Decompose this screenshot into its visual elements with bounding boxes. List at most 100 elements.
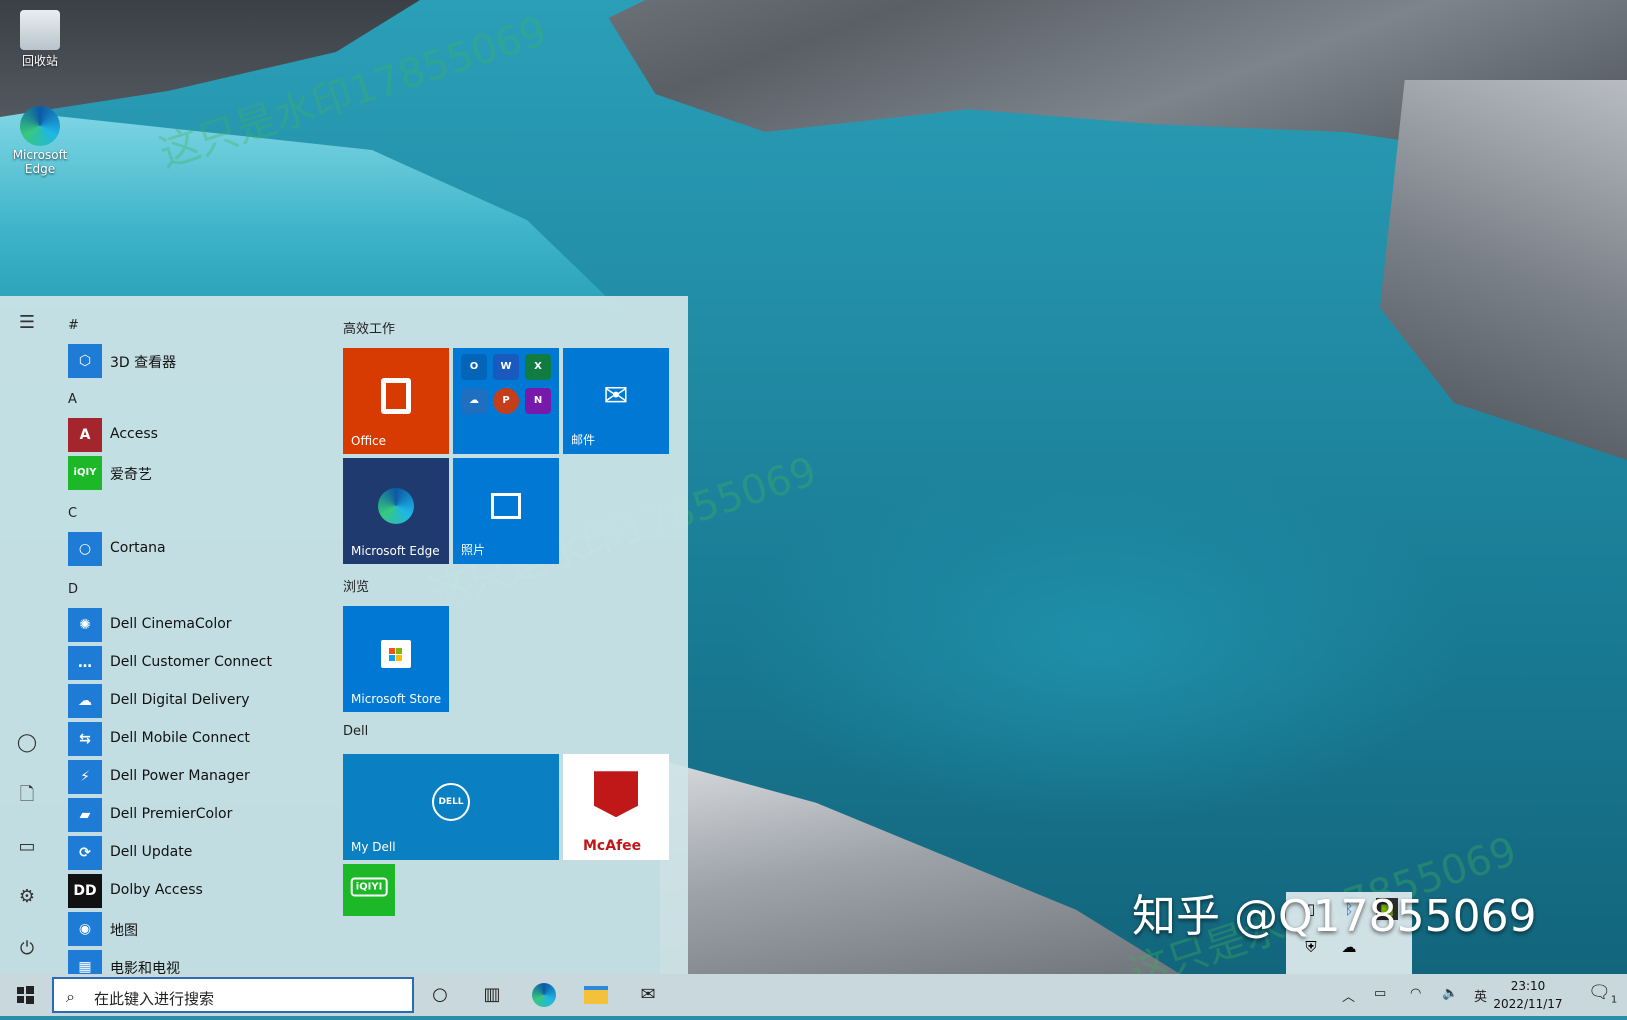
group-header[interactable]: A (68, 392, 77, 407)
tile-label: McAfee (583, 838, 642, 854)
brand-watermark: 知乎 @Q17855069 (1132, 891, 1537, 942)
taskbar-mail[interactable]: ✉ (632, 980, 664, 1010)
app-item-dell-power-manager[interactable]: ⚡ Dell Power Manager (68, 760, 328, 794)
onenote-icon: N (525, 388, 551, 414)
tile-iqiyi[interactable]: iQIYI (343, 864, 395, 916)
power-icon[interactable]: ⏻ (14, 936, 40, 962)
app-item-access[interactable]: A Access (68, 418, 328, 452)
wallpaper-rock (1380, 80, 1627, 460)
tile-group-title[interactable]: 高效工作 (343, 318, 395, 337)
tile-label: 邮件 (571, 433, 596, 447)
powerpoint-icon: P (493, 388, 519, 414)
excel-icon: X (525, 354, 551, 380)
chevron-up-icon[interactable]: ︿ (1342, 986, 1355, 1005)
outlook-icon: O (461, 354, 487, 380)
group-header[interactable]: C (68, 506, 77, 521)
app-label: Dell Power Manager (110, 768, 250, 784)
dolby-icon: DD (68, 874, 102, 908)
settings-icon[interactable]: ⚙ (14, 884, 40, 910)
tile-my-dell[interactable]: DELL My Dell (343, 754, 559, 860)
user-icon[interactable]: ◯ (14, 730, 40, 756)
app-item-iqiyi[interactable]: iQIY 爱奇艺 (68, 456, 328, 490)
edge-icon (378, 487, 414, 524)
search-box[interactable]: ⌕ 在此键入进行搜索 (52, 977, 414, 1013)
app-label: Dell CinemaColor (110, 616, 232, 632)
taskbar-file-explorer[interactable] (580, 980, 612, 1010)
desktop-icon-recycle-bin[interactable]: 回收站 (0, 10, 80, 69)
app-item-movies-tv[interactable]: ▦ 电影和电视 (68, 950, 328, 974)
pictures-icon[interactable]: ▭ (14, 834, 40, 860)
mcafee-shield-icon (594, 771, 638, 818)
app-label: Dell Update (110, 844, 193, 860)
tile-group-title[interactable]: Dell (343, 724, 368, 739)
volume-icon[interactable]: 🔈 (1442, 986, 1458, 1001)
app-label: 电影和电视 (110, 961, 180, 974)
dell-logo-icon: DELL (432, 782, 470, 821)
tile-store[interactable]: Microsoft Store (343, 606, 449, 712)
taskbar-edge[interactable] (528, 980, 560, 1010)
search-icon: ⌕ (66, 987, 75, 1006)
battery-icon[interactable]: ▭ (1374, 986, 1386, 1001)
app-label: Access (110, 426, 158, 442)
app-item-3d-viewer[interactable]: ⬡ 3D 查看器 (68, 344, 328, 378)
start-button[interactable] (0, 974, 50, 1016)
mail-icon: ✉ (603, 378, 629, 414)
app-item-dell-digital-delivery[interactable]: ☁ Dell Digital Delivery (68, 684, 328, 718)
tile-office[interactable]: Office (343, 348, 449, 454)
app-item-dell-mobile-connect[interactable]: ⇆ Dell Mobile Connect (68, 722, 328, 756)
app-item-dell-cinemacolor[interactable]: ✺ Dell CinemaColor (68, 608, 328, 642)
app-item-dell-update[interactable]: ⟳ Dell Update (68, 836, 328, 870)
app-label: 3D 查看器 (110, 355, 177, 371)
app-item-dell-customer-connect[interactable]: … Dell Customer Connect (68, 646, 328, 680)
power-plug-icon: ⚡ (68, 760, 102, 794)
map-pin-icon: ◉ (68, 912, 102, 946)
recycle-bin-icon (20, 10, 60, 50)
tile-edge[interactable]: Microsoft Edge (343, 458, 449, 564)
tile-mcafee[interactable]: McAfee (563, 754, 669, 860)
app-item-dell-premiercolor[interactable]: ▰ Dell PremierColor (68, 798, 328, 832)
app-item-maps[interactable]: ◉ 地图 (68, 912, 328, 946)
onedrive-icon: ☁ (461, 388, 487, 414)
edge-icon (532, 983, 556, 1007)
tile-label: My Dell (351, 840, 396, 854)
group-header[interactable]: # (68, 318, 79, 333)
document-icon[interactable]: 🗋 (14, 782, 40, 808)
taskbar: ⌕ 在此键入进行搜索 ○ ▥ ✉ ︿ ▭ ◠ 🔈 英 23:10 2022/11… (0, 974, 1627, 1016)
wifi-icon[interactable]: ◠ (1410, 986, 1421, 1001)
menu-icon[interactable]: ☰ (14, 310, 40, 336)
wallpaper-rock (660, 760, 1180, 974)
folder-icon (584, 986, 608, 1004)
chat-icon: … (68, 646, 102, 680)
app-list: # ⬡ 3D 查看器 A A Access iQIY 爱奇艺 C ○ Corta… (66, 296, 336, 974)
tile-label: Microsoft Edge (351, 544, 440, 558)
mobile-connect-icon: ⇆ (68, 722, 102, 756)
task-view-button[interactable]: ▥ (476, 980, 508, 1010)
word-icon: W (493, 354, 519, 380)
notification-count: 1 (1610, 994, 1618, 1006)
premiercolor-icon: ▰ (68, 798, 102, 832)
tile-group-title[interactable]: 浏览 (343, 576, 369, 595)
app-label: Dell Mobile Connect (110, 730, 250, 746)
wallpaper-water (0, 110, 620, 310)
tile-mail[interactable]: ✉ 邮件 (563, 348, 669, 454)
tile-office-apps[interactable]: O W X ☁ P N (453, 348, 559, 454)
app-label: Cortana (110, 540, 166, 556)
iqiyi-icon: iQIYI (350, 877, 388, 897)
app-label: Dell Customer Connect (110, 654, 272, 670)
cortana-button[interactable]: ○ (424, 980, 456, 1010)
cinemacolor-icon: ✺ (68, 608, 102, 642)
app-item-cortana[interactable]: ○ Cortana (68, 532, 328, 566)
clock[interactable]: 23:10 2022/11/17 (1488, 977, 1568, 1013)
desktop-icon-edge[interactable]: Microsoft Edge (0, 106, 80, 176)
app-item-dolby-access[interactable]: DD Dolby Access (68, 874, 328, 908)
app-label: Dell PremierColor (110, 806, 233, 822)
clock-time: 23:10 (1510, 979, 1546, 993)
office-icon (381, 377, 411, 414)
ime-indicator[interactable]: 英 (1474, 986, 1487, 1005)
tile-label: Office (351, 434, 387, 448)
tile-photos[interactable]: 照片 (453, 458, 559, 564)
edge-icon (20, 106, 60, 146)
group-header[interactable]: D (68, 582, 78, 597)
notification-icon[interactable]: 🗨1 (1588, 982, 1617, 1006)
desktop-icon-label: Microsoft Edge (12, 148, 68, 176)
